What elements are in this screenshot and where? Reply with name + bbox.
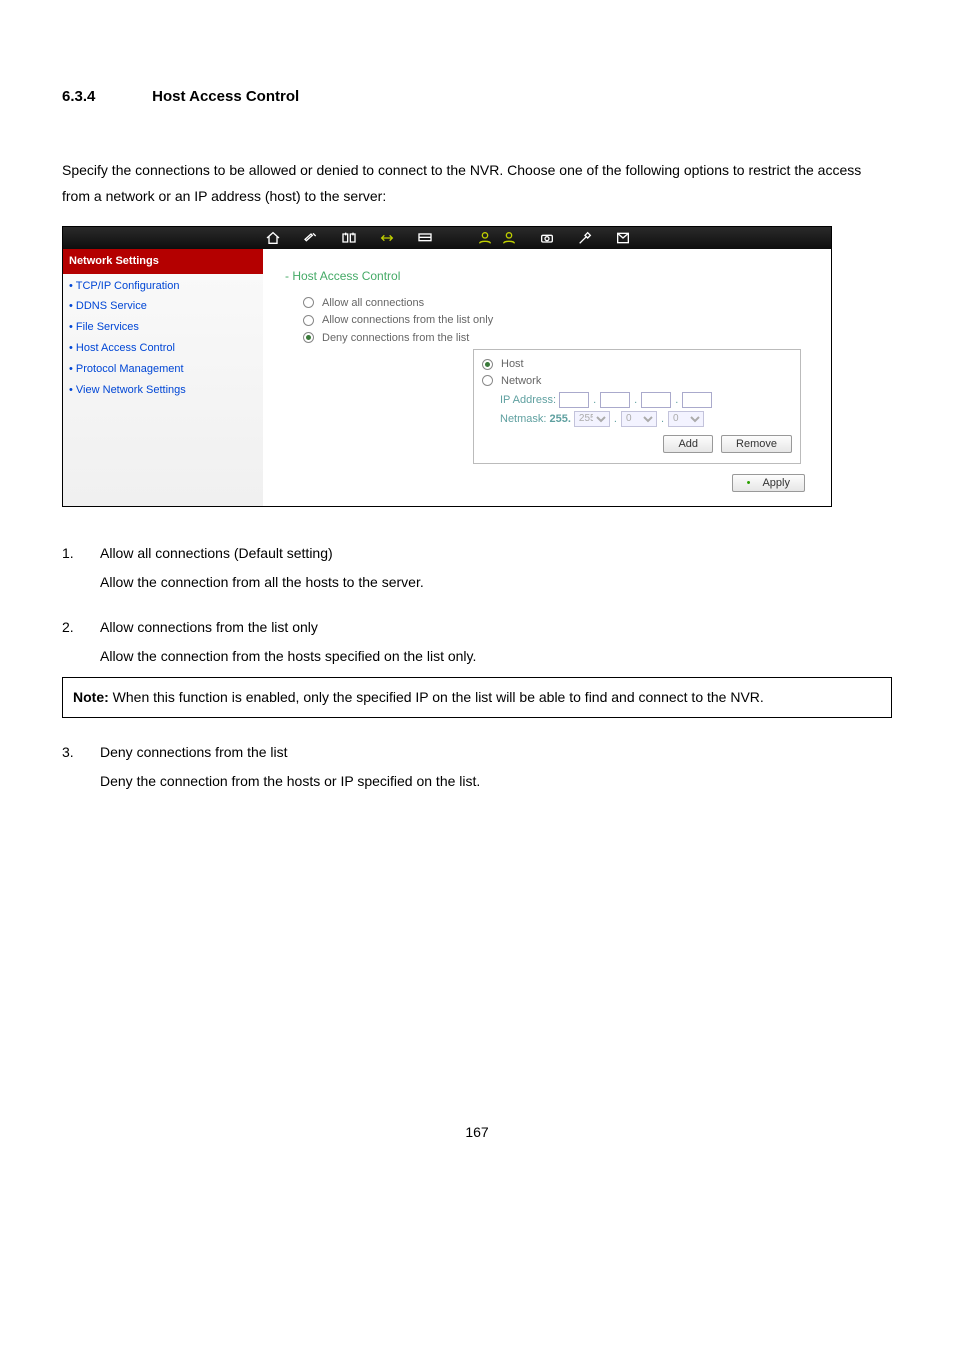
- sidebar-item-ddns[interactable]: • DDNS Service: [63, 296, 263, 317]
- wizard-icon[interactable]: [301, 230, 321, 246]
- content-title: Host Access Control: [285, 267, 819, 285]
- top-iconbar: [63, 227, 831, 249]
- sidebar-item-fileservices[interactable]: • File Services: [63, 317, 263, 338]
- users-icon[interactable]: [499, 230, 519, 246]
- apply-button[interactable]: Apply: [732, 474, 805, 492]
- page-number: 167: [62, 1122, 892, 1143]
- camera-icon[interactable]: [537, 230, 557, 246]
- sidebar-item-hostaccess[interactable]: • Host Access Control: [63, 338, 263, 359]
- note-box: Note: When this function is enabled, onl…: [62, 677, 892, 718]
- ip-octet-3[interactable]: [641, 392, 671, 408]
- option-allow-all[interactable]: Allow all connections: [303, 295, 819, 312]
- option-label: Allow connections from the list only: [322, 312, 493, 329]
- sidebar-item-viewnetwork[interactable]: • View Network Settings: [63, 380, 263, 401]
- network-label: Network: [501, 373, 541, 390]
- ip-octet-4[interactable]: [682, 392, 712, 408]
- item-number: 3.: [62, 742, 100, 792]
- section-heading: 6.3.4 Host Access Control: [62, 86, 892, 109]
- item-title: Deny connections from the list: [100, 742, 892, 763]
- ip-label: IP Address:: [500, 392, 556, 409]
- radio-icon-selected[interactable]: [482, 359, 493, 370]
- item-title: Allow all connections (Default setting): [100, 543, 892, 564]
- user-icon[interactable]: [475, 230, 495, 246]
- ip-octet-2[interactable]: [600, 392, 630, 408]
- sidebar-item-protocol[interactable]: • Protocol Management: [63, 359, 263, 380]
- netmask-fixed: 255.: [549, 411, 570, 428]
- item-desc: Allow the connection from the hosts spec…: [100, 646, 892, 667]
- note-label: Note:: [73, 689, 109, 705]
- netmask-select-2[interactable]: 0: [621, 411, 657, 427]
- add-button[interactable]: Add: [663, 435, 713, 453]
- netmask-select-1[interactable]: 255: [574, 411, 610, 427]
- server-icon[interactable]: [339, 230, 359, 246]
- list-item: 1. Allow all connections (Default settin…: [62, 543, 892, 593]
- item-desc: Deny the connection from the hosts or IP…: [100, 771, 892, 792]
- sidebar: Network Settings • TCP/IP Configuration …: [63, 249, 263, 507]
- radio-icon-selected[interactable]: [303, 332, 314, 343]
- option-allow-list[interactable]: Allow connections from the list only: [303, 312, 819, 329]
- host-label: Host: [501, 356, 524, 373]
- radio-icon[interactable]: [303, 315, 314, 326]
- remove-button[interactable]: Remove: [721, 435, 792, 453]
- list-item: 3. Deny connections from the list Deny t…: [62, 742, 892, 792]
- ip-octet-1[interactable]: [559, 392, 589, 408]
- radio-icon[interactable]: [482, 375, 493, 386]
- radio-host-row[interactable]: Host: [482, 356, 792, 373]
- ip-address-row: IP Address: . . .: [500, 392, 792, 409]
- list-item: 2. Allow connections from the list only …: [62, 617, 892, 718]
- numbered-list: 1. Allow all connections (Default settin…: [62, 543, 892, 792]
- option-label: Deny connections from the list: [322, 330, 469, 347]
- item-desc: Allow the connection from all the hosts …: [100, 572, 892, 593]
- netmask-select-3[interactable]: 0: [668, 411, 704, 427]
- section-title: Host Access Control: [152, 88, 299, 105]
- netmask-row: Netmask: 255. 255. 0. 0: [500, 411, 792, 428]
- item-title: Allow connections from the list only: [100, 617, 892, 638]
- radio-network-row[interactable]: Network: [482, 373, 792, 390]
- sidebar-header: Network Settings: [63, 249, 263, 274]
- screenshot-panel: Network Settings • TCP/IP Configuration …: [62, 226, 832, 508]
- logs-icon[interactable]: [613, 230, 633, 246]
- radio-icon[interactable]: [303, 297, 314, 308]
- host-network-box: Host Network IP Address: . . .: [473, 349, 801, 464]
- intro-paragraph: Specify the connections to be allowed or…: [62, 157, 892, 210]
- note-text: When this function is enabled, only the …: [109, 689, 764, 705]
- tools-icon[interactable]: [575, 230, 595, 246]
- device-icon[interactable]: [415, 230, 435, 246]
- section-number: 6.3.4: [62, 86, 148, 109]
- option-label: Allow all connections: [322, 295, 424, 312]
- netmask-label: Netmask:: [500, 411, 546, 428]
- sidebar-item-tcpip[interactable]: • TCP/IP Configuration: [63, 276, 263, 297]
- network-icon[interactable]: [377, 230, 397, 246]
- option-deny-list[interactable]: Deny connections from the list: [303, 330, 819, 347]
- home-icon[interactable]: [263, 230, 283, 246]
- item-number: 1.: [62, 543, 100, 593]
- content-panel: Host Access Control Allow all connection…: [263, 249, 831, 507]
